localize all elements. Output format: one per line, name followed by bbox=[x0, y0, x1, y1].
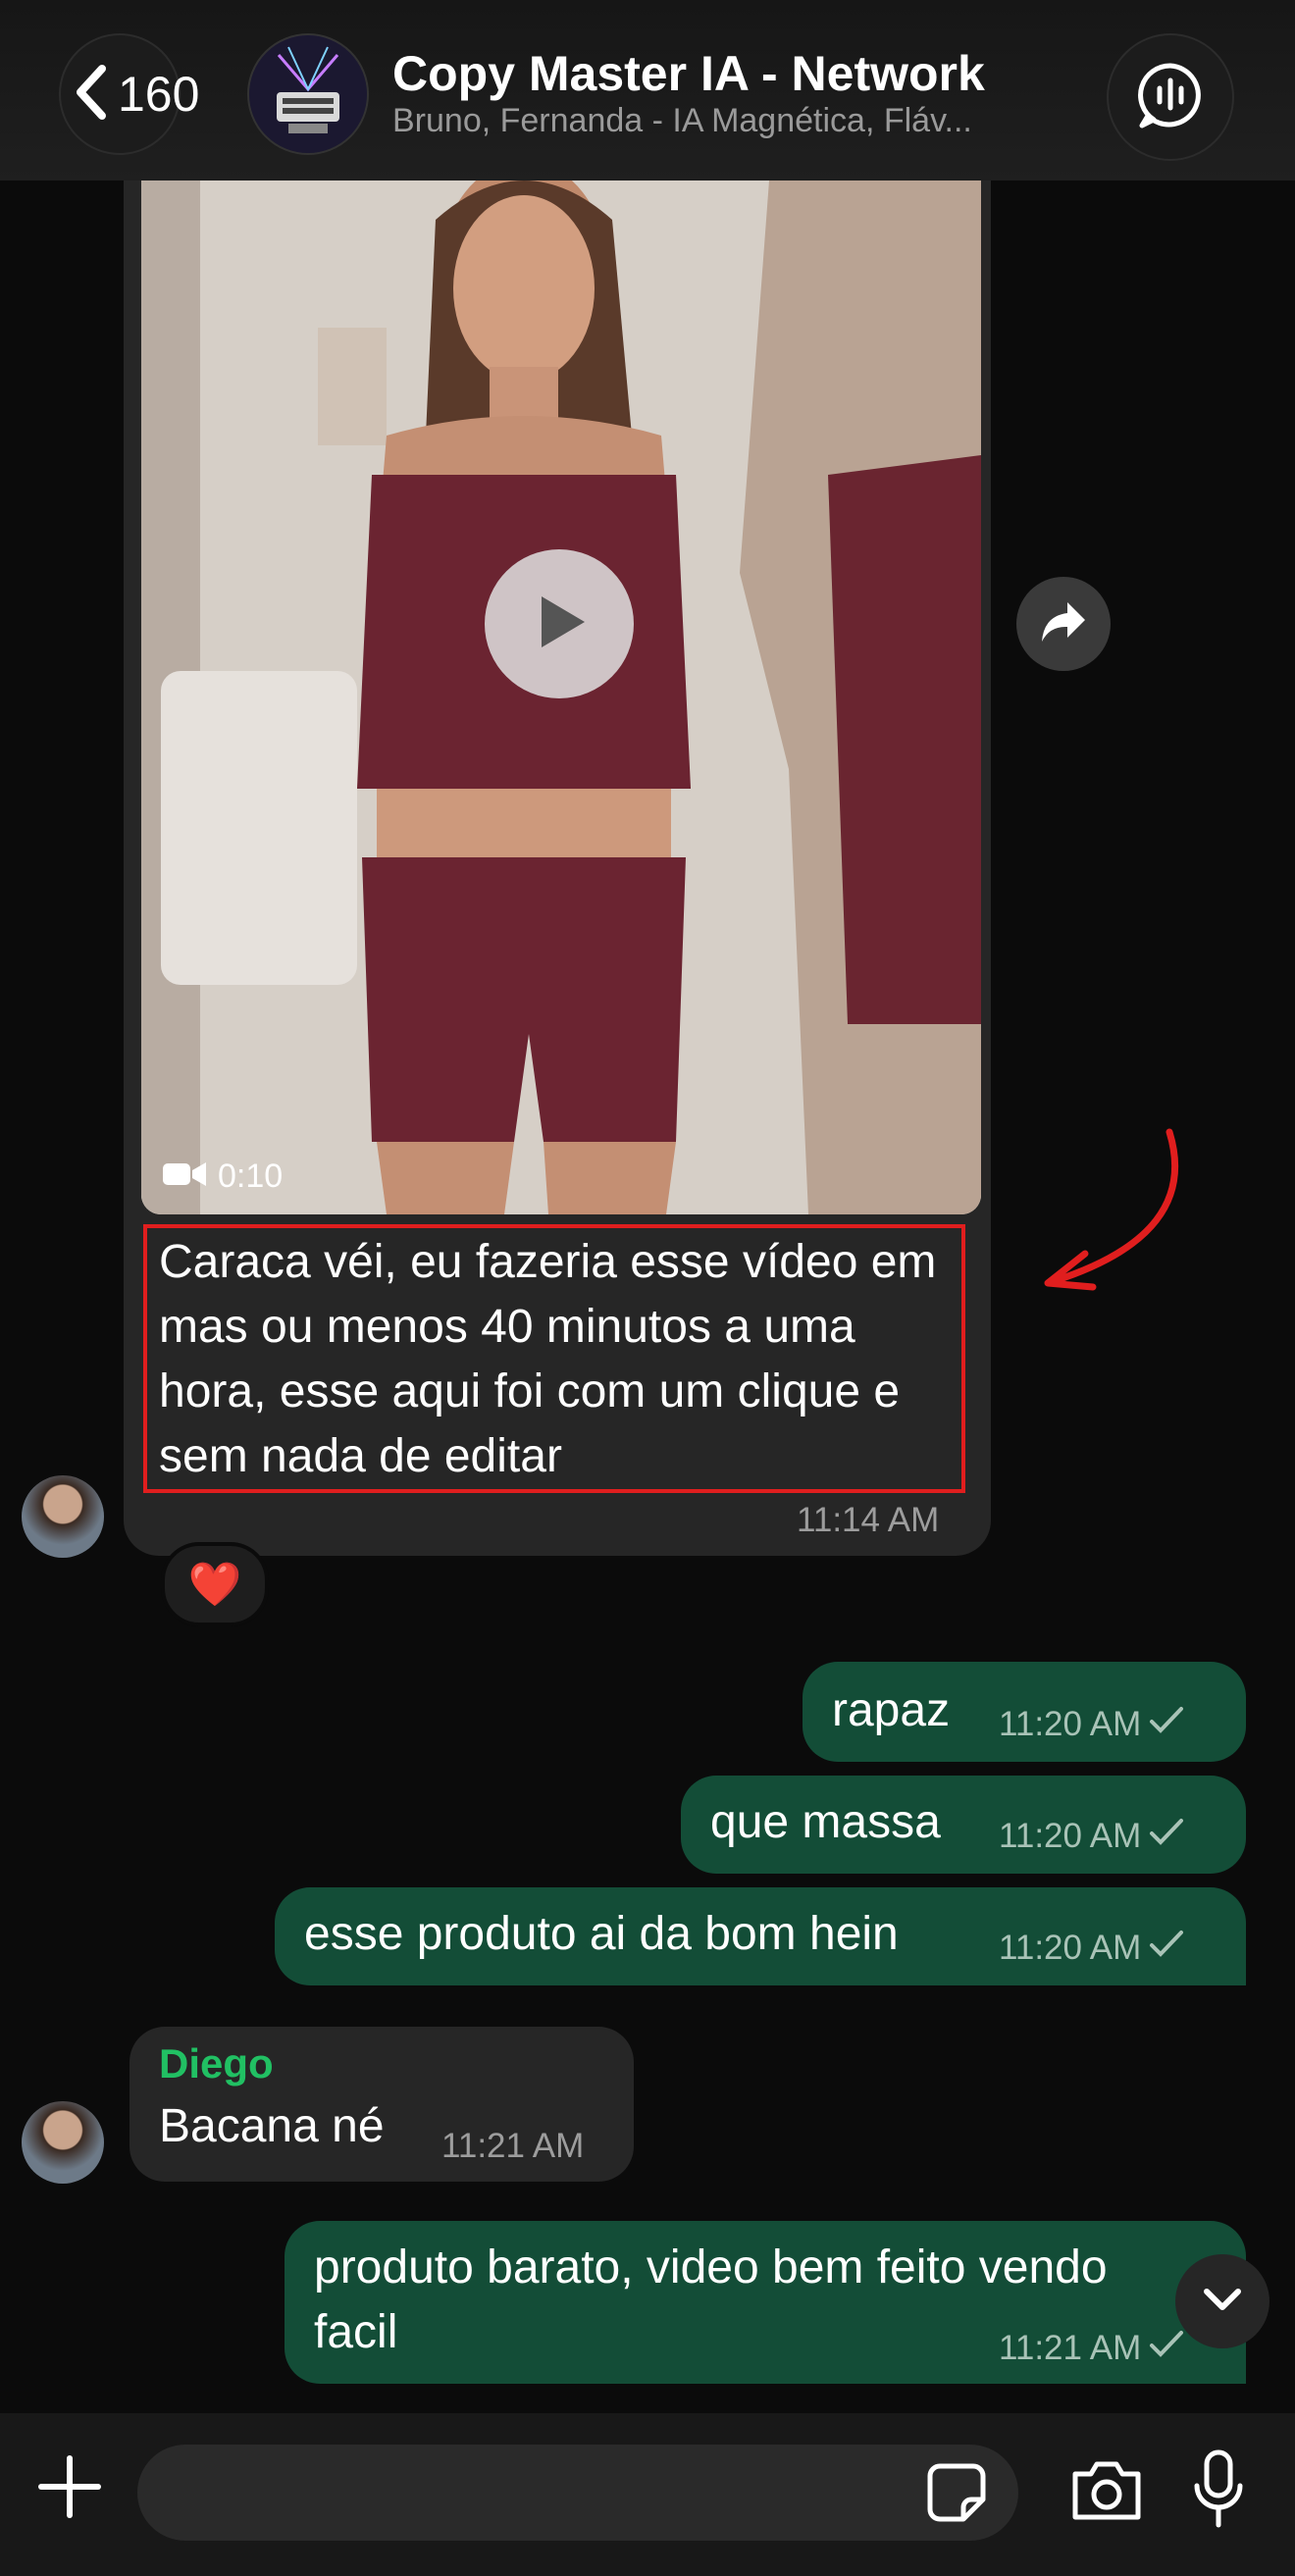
heart-reaction[interactable]: ❤️ bbox=[161, 1542, 269, 1626]
message-timestamp: 11:21 AM bbox=[999, 2329, 1142, 2367]
message-timestamp: 11:14 AM bbox=[797, 1501, 940, 1539]
message-text-line2: facil bbox=[314, 2306, 398, 2358]
message-text: esse produto ai da bom hein bbox=[304, 1908, 899, 1960]
message-meta: 11:20 AM bbox=[999, 1817, 1184, 1856]
message-timestamp: 11:21 AM bbox=[441, 2127, 585, 2165]
chevron-down-icon bbox=[1201, 2285, 1244, 2319]
sticker-icon[interactable] bbox=[926, 2462, 987, 2523]
microphone-icon[interactable] bbox=[1191, 2448, 1246, 2531]
check-icon bbox=[1149, 2329, 1184, 2368]
outgoing-message[interactable]: esse produto ai da bom hein 11:20 AM bbox=[275, 1887, 1246, 1985]
chevron-left-icon bbox=[73, 63, 112, 127]
video-camera-icon bbox=[163, 1158, 206, 1196]
message-meta: 11:21 AM bbox=[999, 2329, 1184, 2368]
video-caption: Caraca véi, eu fazeria esse vídeo em mas… bbox=[159, 1236, 937, 1482]
outgoing-message[interactable]: que massa 11:20 AM bbox=[681, 1776, 1246, 1874]
play-button[interactable] bbox=[485, 549, 634, 698]
message-meta: 11:20 AM bbox=[999, 1705, 1184, 1744]
duration-label: 0:10 bbox=[218, 1158, 284, 1195]
message-timestamp: 11:20 AM bbox=[999, 1929, 1142, 1967]
check-icon bbox=[1149, 1705, 1184, 1744]
check-icon bbox=[1149, 1929, 1184, 1968]
audio-call-icon bbox=[1136, 61, 1205, 134]
message-text: que massa bbox=[710, 1796, 941, 1848]
outgoing-message[interactable]: rapaz 11:20 AM bbox=[803, 1662, 1246, 1762]
sender-avatar[interactable] bbox=[22, 1475, 104, 1558]
unread-count: 160 bbox=[118, 67, 200, 122]
back-button[interactable]: 160 bbox=[59, 33, 199, 155]
message-meta: 11:20 AM bbox=[999, 1929, 1184, 1968]
message-timestamp: 11:20 AM bbox=[999, 1817, 1142, 1855]
sender-name[interactable]: Diego bbox=[159, 2040, 274, 2087]
audio-call-button[interactable] bbox=[1107, 33, 1234, 161]
forward-icon bbox=[1040, 600, 1087, 648]
chat-title[interactable]: Copy Master IA - Network bbox=[392, 45, 985, 102]
message-text-line1: produto barato, video bem feito vendo bbox=[314, 2241, 1108, 2293]
scroll-to-bottom-button[interactable] bbox=[1175, 2254, 1269, 2348]
camera-icon[interactable] bbox=[1069, 2456, 1144, 2525]
forward-button[interactable] bbox=[1016, 577, 1111, 671]
message-text: Bacana né bbox=[159, 2100, 385, 2152]
message-timestamp: 11:20 AM bbox=[999, 1705, 1142, 1743]
sender-avatar[interactable] bbox=[22, 2101, 104, 2184]
play-icon bbox=[530, 592, 589, 656]
message-text: rapaz bbox=[832, 1684, 951, 1736]
annotation-arrow-icon bbox=[1034, 1126, 1191, 1298]
message-input[interactable] bbox=[137, 2445, 1018, 2541]
chat-members[interactable]: Bruno, Fernanda - IA Magnética, Fláv... bbox=[392, 102, 1069, 140]
outgoing-message[interactable]: produto barato, video bem feito vendo fa… bbox=[285, 2221, 1246, 2384]
check-icon bbox=[1149, 1817, 1184, 1856]
plus-icon[interactable] bbox=[35, 2452, 104, 2521]
video-duration: 0:10 bbox=[163, 1158, 283, 1196]
group-avatar[interactable] bbox=[247, 33, 369, 155]
